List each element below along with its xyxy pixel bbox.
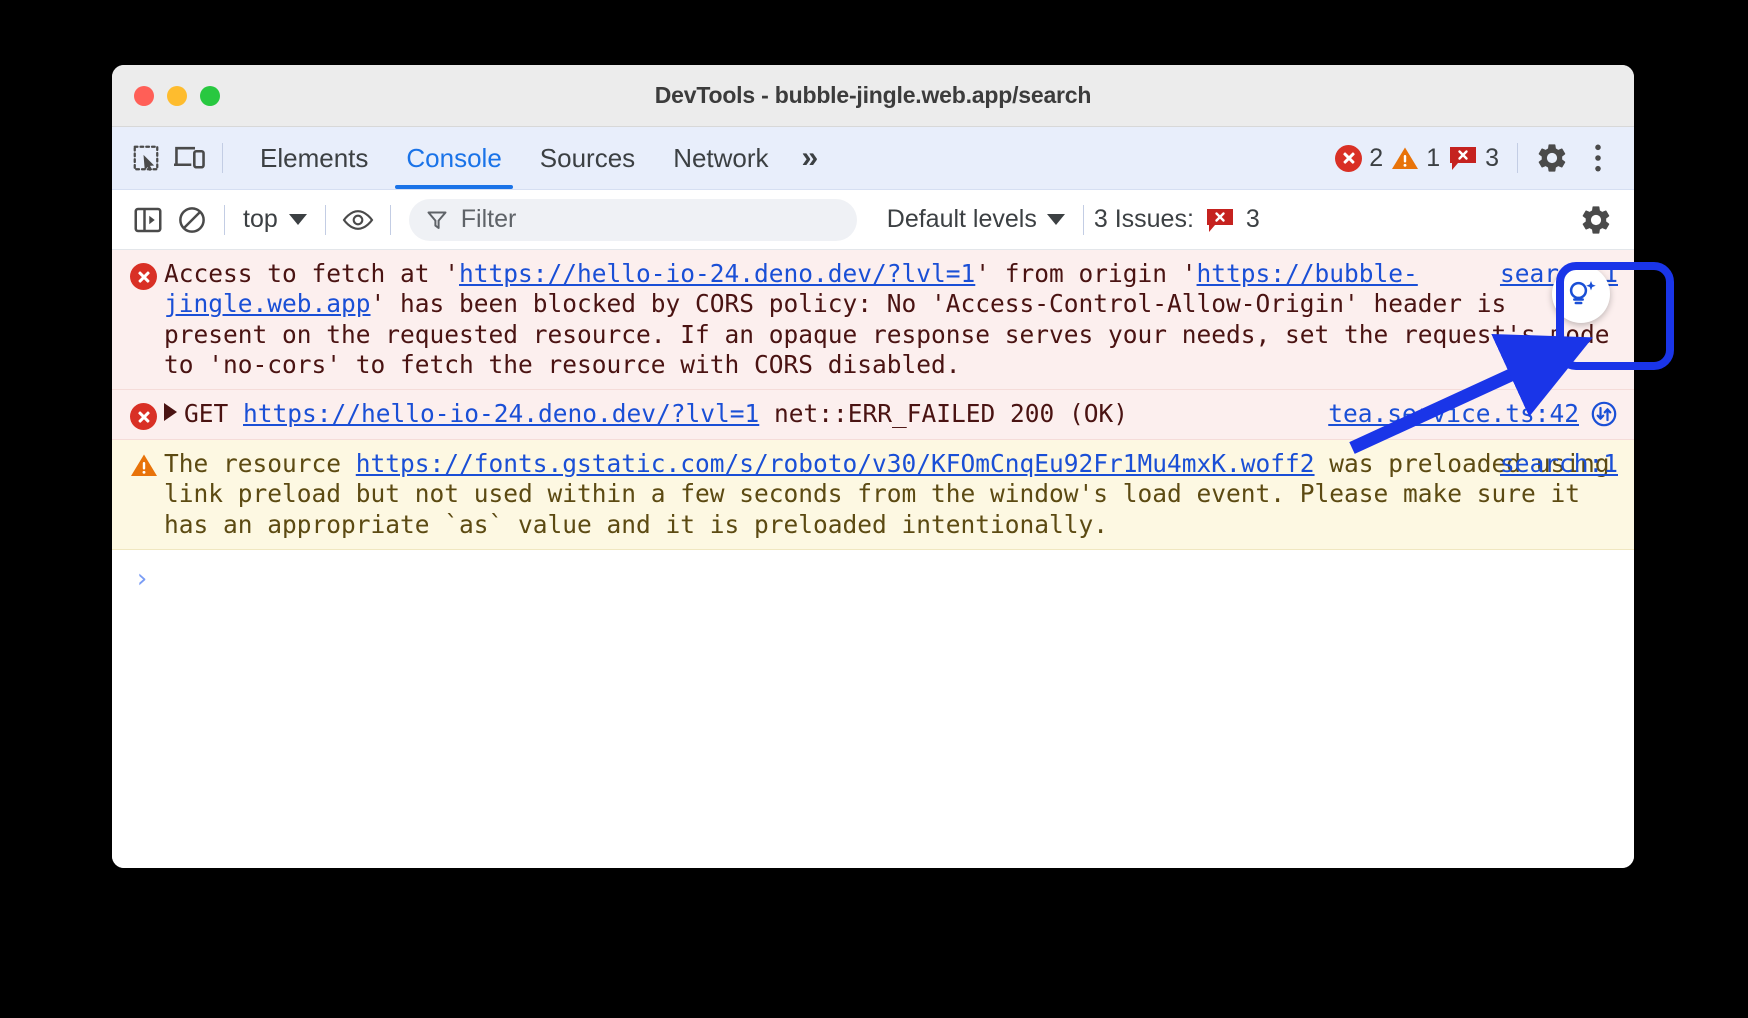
- error-icon: [130, 403, 157, 430]
- message-body-1: Access to fetch at 'https://hello-io-24.…: [164, 259, 1618, 380]
- message-level-icon-1: [130, 259, 164, 380]
- tab-sources[interactable]: Sources: [521, 127, 654, 189]
- msg3-link-font-url[interactable]: https://fonts.gstatic.com/s/roboto/v30/K…: [356, 449, 1315, 478]
- window-titlebar: DevTools - bubble-jingle.web.app/search: [112, 65, 1634, 127]
- filter-input[interactable]: [461, 205, 841, 234]
- error-icon: [130, 263, 157, 290]
- msg1-part0: Access to fetch at ': [164, 259, 459, 288]
- log-levels-label: Default levels: [887, 205, 1037, 234]
- tabbar-right-cluster: 2 1: [1335, 136, 1634, 180]
- console-message-preload-warning[interactable]: The resource https://fonts.gstatic.com/s…: [112, 440, 1634, 550]
- more-options-button[interactable]: [1576, 136, 1620, 180]
- ai-assistance-wrapper: [1552, 265, 1610, 323]
- warning-counter[interactable]: 1: [1391, 144, 1440, 173]
- device-toolbar-button[interactable]: [168, 136, 212, 180]
- msg1-link-request-url[interactable]: https://hello-io-24.deno.dev/?lvl=1: [459, 259, 975, 288]
- console-toolbar: top Default levels: [112, 190, 1634, 250]
- create-live-expression-button[interactable]: [336, 198, 380, 242]
- network-request-icon[interactable]: [1590, 400, 1618, 428]
- ai-assistance-icon: [1563, 276, 1599, 312]
- console-sidebar-toggle[interactable]: [126, 198, 170, 242]
- console-sidebar-icon: [133, 205, 163, 235]
- ai-assistance-button[interactable]: [1552, 265, 1610, 323]
- panel-tabs: Elements Console Sources Network »: [241, 127, 832, 189]
- warning-icon: [130, 453, 158, 478]
- gear-icon: [1535, 141, 1569, 175]
- msg2-source-link[interactable]: tea.service.ts:42: [1328, 399, 1618, 429]
- prompt-caret-icon: ›: [134, 564, 150, 594]
- console-toolbar-divider-2: [325, 205, 326, 235]
- devtools-settings-button[interactable]: [1530, 136, 1574, 180]
- message-level-icon-3: [130, 449, 164, 540]
- msg2-link-request-url[interactable]: https://hello-io-24.deno.dev/?lvl=1: [243, 399, 759, 428]
- issues-link[interactable]: 3 Issues: 3: [1094, 205, 1260, 234]
- error-counter[interactable]: 2: [1335, 144, 1383, 173]
- console-message-list[interactable]: Access to fetch at 'https://hello-io-24.…: [112, 250, 1634, 868]
- tab-console[interactable]: Console: [387, 127, 520, 189]
- tab-elements[interactable]: Elements: [241, 127, 387, 189]
- chevron-down-icon-levels: [1047, 214, 1065, 225]
- more-tabs-button[interactable]: »: [788, 127, 833, 189]
- toolbar-divider-2: [1517, 143, 1518, 173]
- issues-label: 3 Issues:: [1094, 205, 1194, 234]
- console-toolbar-divider: [224, 205, 225, 235]
- message-text-1: Access to fetch at 'https://hello-io-24.…: [164, 259, 1624, 379]
- message-text-3: The resource https://fonts.gstatic.com/s…: [164, 449, 1624, 539]
- execution-context-selector[interactable]: top: [235, 201, 315, 238]
- issue-icon-toolbar: [1205, 207, 1235, 233]
- warning-icon: [1391, 146, 1419, 171]
- msg1-part4: ' has been blocked by CORS policy: No 'A…: [164, 289, 1624, 379]
- execution-context-label: top: [243, 205, 278, 234]
- msg2-source-text: tea.service.ts:42: [1328, 399, 1579, 429]
- error-count: 2: [1369, 144, 1383, 173]
- console-toolbar-divider-4: [1083, 205, 1084, 235]
- console-toolbar-right: [1574, 198, 1620, 242]
- msg2-part2: net::ERR_FAILED 200 (OK): [759, 399, 1128, 428]
- clear-console-icon: [177, 205, 207, 235]
- msg1-part2: ' from origin ': [975, 259, 1196, 288]
- toolbar-divider: [222, 143, 223, 173]
- screenshot-root: DevTools - bubble-jingle.web.app/search: [0, 0, 1748, 1018]
- console-message-cors-error[interactable]: Access to fetch at 'https://hello-io-24.…: [112, 250, 1634, 390]
- msg2-part0: GET: [184, 399, 243, 428]
- devtools-window: DevTools - bubble-jingle.web.app/search: [112, 65, 1634, 868]
- window-title: DevTools - bubble-jingle.web.app/search: [112, 82, 1634, 109]
- message-text-2: GET https://hello-io-24.deno.dev/?lvl=1 …: [164, 399, 1128, 428]
- filter-icon: [425, 208, 449, 232]
- message-body-2: GET https://hello-io-24.deno.dev/?lvl=1 …: [164, 399, 1618, 430]
- msg3-source-link[interactable]: search:1: [1500, 449, 1618, 479]
- issue-icon: [1448, 145, 1478, 171]
- console-prompt[interactable]: ›: [112, 550, 1634, 594]
- inspect-element-button[interactable]: [124, 136, 168, 180]
- chevron-down-icon: [289, 214, 307, 225]
- kebab-menu-icon: [1584, 142, 1612, 174]
- eye-icon: [341, 207, 375, 233]
- console-message-network-error[interactable]: GET https://hello-io-24.deno.dev/?lvl=1 …: [112, 390, 1634, 440]
- device-toolbar-icon: [174, 143, 206, 173]
- tab-network[interactable]: Network: [654, 127, 787, 189]
- console-settings-button[interactable]: [1574, 198, 1618, 242]
- message-body-3: The resource https://fonts.gstatic.com/s…: [164, 449, 1618, 540]
- warning-count: 1: [1426, 144, 1440, 173]
- console-toolbar-divider-3: [390, 205, 391, 235]
- clear-console-button[interactable]: [170, 198, 214, 242]
- console-settings-gear-icon: [1579, 203, 1613, 237]
- error-icon: [1335, 145, 1362, 172]
- msg3-part0: The resource: [164, 449, 356, 478]
- issues-toolbar-count: 3: [1246, 205, 1260, 234]
- expand-triangle-icon[interactable]: [164, 403, 177, 421]
- filter-field[interactable]: [409, 199, 857, 241]
- issue-count: 3: [1485, 144, 1499, 173]
- message-level-icon-2: [130, 399, 164, 430]
- log-levels-selector[interactable]: Default levels: [879, 201, 1073, 238]
- inspect-element-icon: [131, 143, 161, 173]
- issues-counter[interactable]: 3: [1448, 144, 1499, 173]
- devtools-tabbar: Elements Console Sources Network » 2: [112, 127, 1634, 190]
